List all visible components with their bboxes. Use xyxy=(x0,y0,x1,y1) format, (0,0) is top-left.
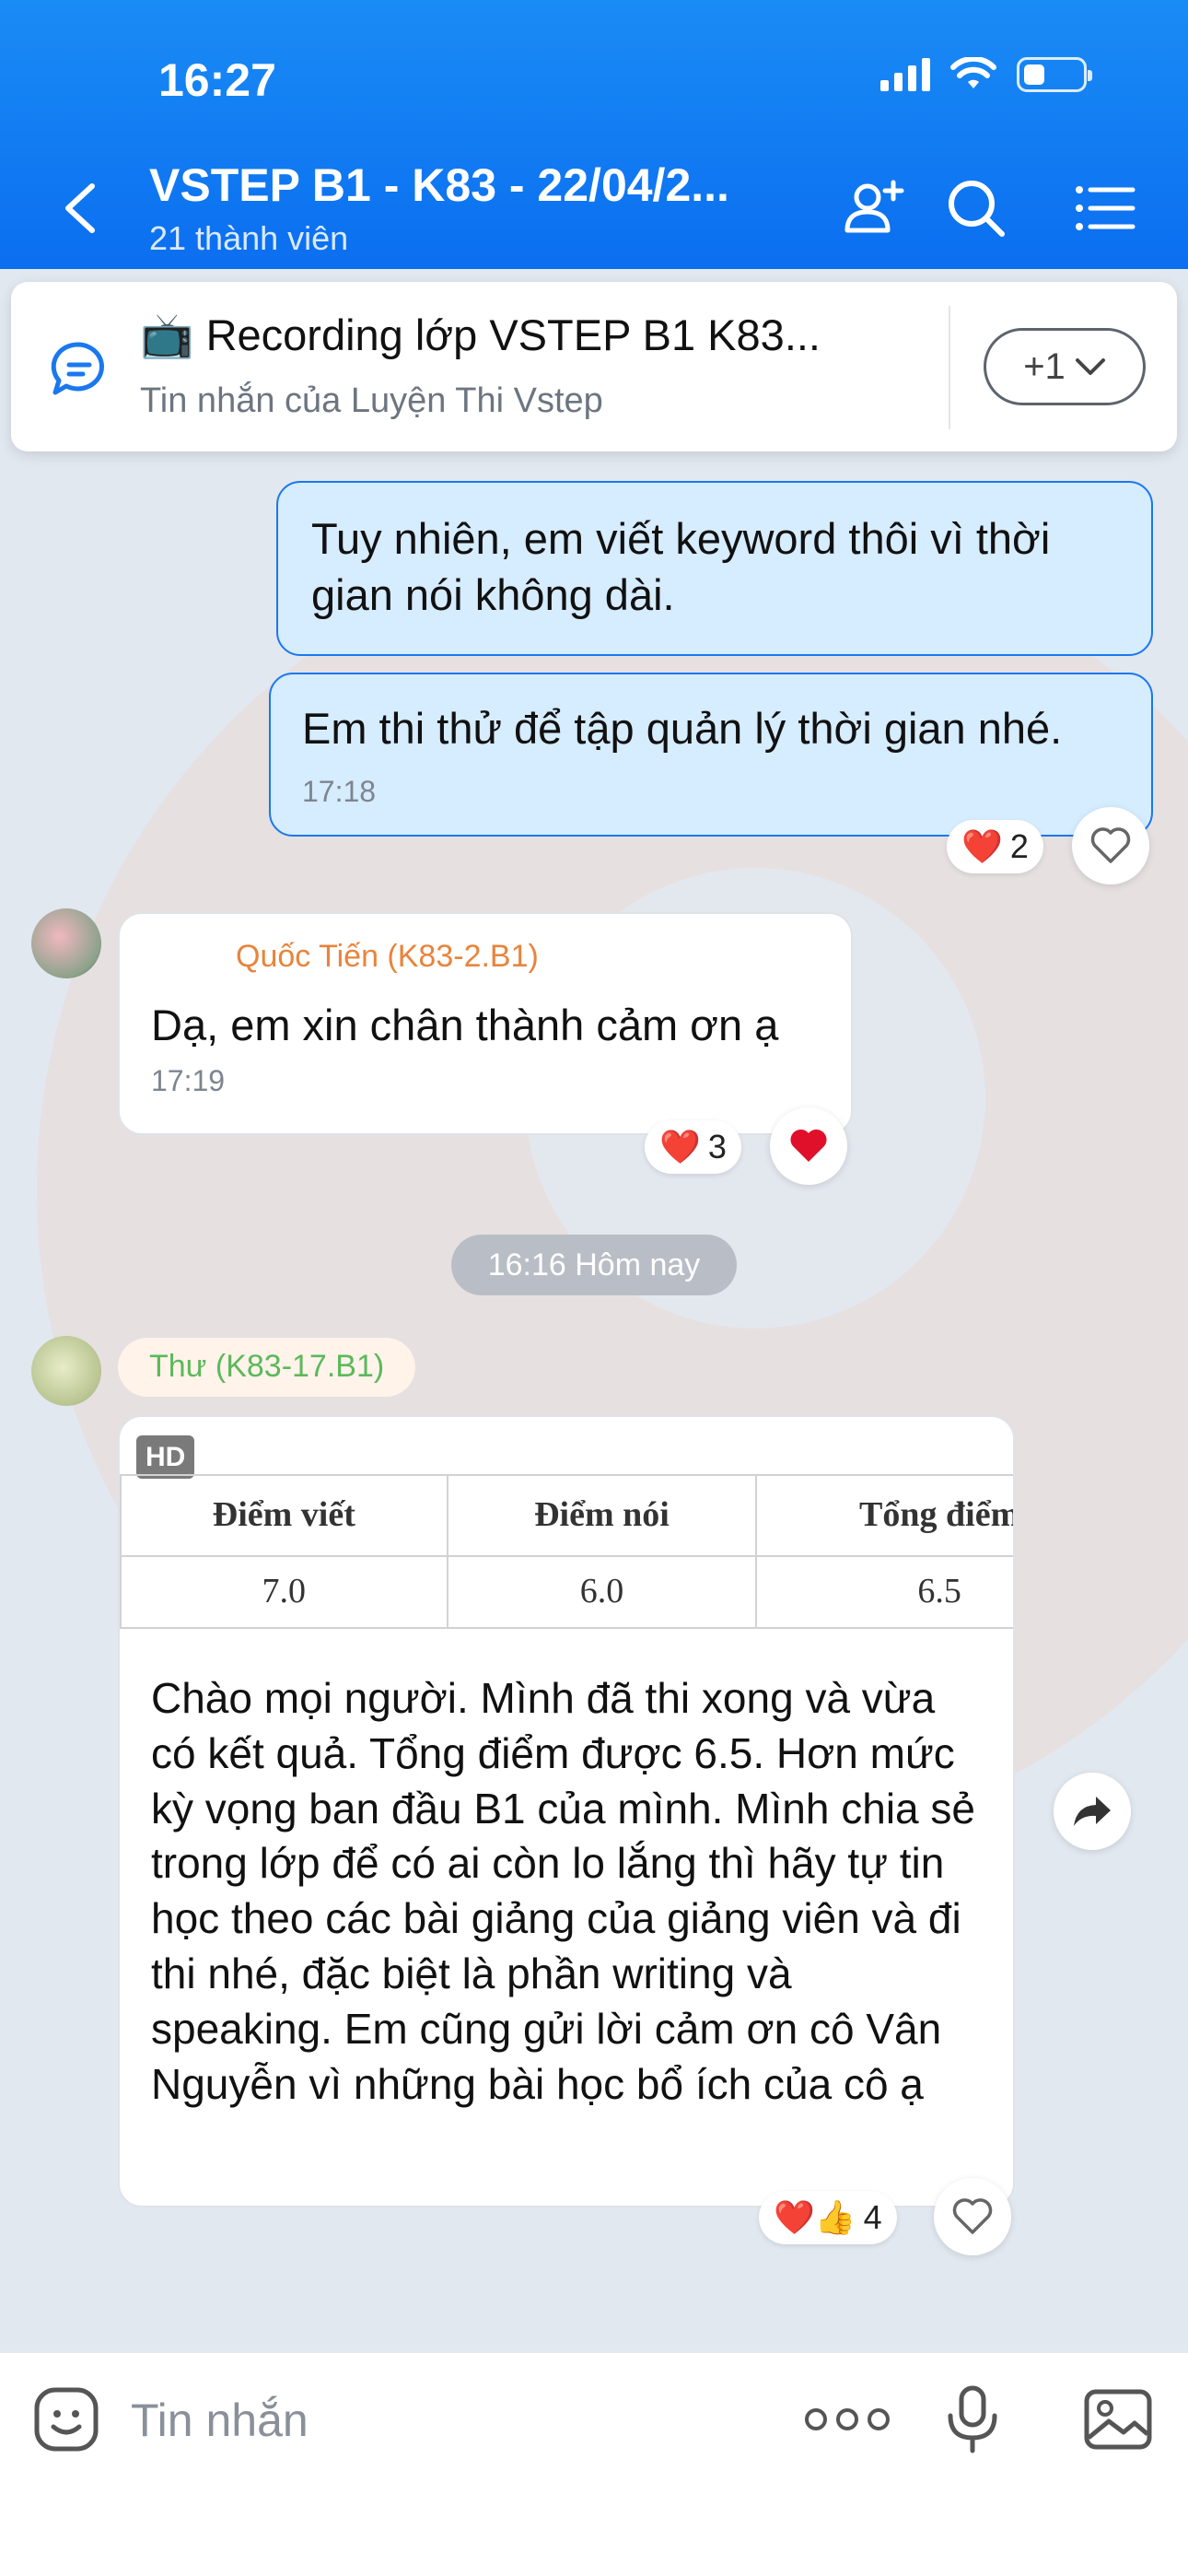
pinned-title: 📺 Recording lớp VSTEP B1 K83... xyxy=(140,310,821,359)
chat-title[interactable]: VSTEP B1 - K83 - 22/04/2... xyxy=(149,158,729,212)
message-text: Tuy nhiên, em viết keyword thôi vì thời … xyxy=(311,514,1051,620)
avatar[interactable] xyxy=(31,1336,101,1406)
status-icons xyxy=(880,57,1092,92)
menu-list-icon[interactable] xyxy=(1072,175,1138,241)
hd-badge: HD xyxy=(136,1435,195,1479)
table-header: Tổng điểm xyxy=(755,1474,1013,1557)
wifi-icon xyxy=(950,57,996,88)
reaction-emojis: ❤️ xyxy=(961,827,1003,865)
chat-header: 16:27 VSTEP B1 - K83 - 22/04/2... 21 thà… xyxy=(0,0,1188,269)
voice-to-text-icon[interactable] xyxy=(943,2384,1004,2456)
pinned-more-label: +1 xyxy=(1023,345,1066,387)
pinned-subtitle: Tin nhắn của Luyện Thi Vstep xyxy=(140,381,603,420)
chat-bubble-icon xyxy=(51,342,104,395)
sender-name[interactable]: Quốc Tiến (K83-2.B1) xyxy=(151,936,820,977)
table-header: Điểm viết xyxy=(120,1474,448,1557)
table-cell: 6.5 xyxy=(755,1555,1013,1629)
date-separator: 16:16 Hôm nay xyxy=(451,1235,737,1295)
table-cell: 7.0 xyxy=(120,1555,448,1629)
message-bubble-outgoing[interactable]: Tuy nhiên, em viết keyword thôi vì thời … xyxy=(276,481,1153,656)
sender-name[interactable]: Thư (K83-17.B1) xyxy=(118,1338,416,1397)
react-button[interactable] xyxy=(934,2178,1011,2255)
reaction-summary[interactable]: ❤️ 2 xyxy=(947,820,1043,873)
more-options-icon[interactable] xyxy=(801,2405,893,2434)
pinned-message[interactable]: 📺 Recording lớp VSTEP B1 K83... Tin nhắn… xyxy=(11,282,1177,451)
pinned-more-button[interactable]: +1 xyxy=(984,328,1146,405)
reaction-count: 3 xyxy=(707,1128,727,1165)
image-attachment[interactable]: HD Điểm viết Điểm nói Tổng điểm 7.0 6.0 … xyxy=(120,1417,1013,1631)
table-header: Điểm nói xyxy=(446,1474,758,1557)
message-text: Dạ, em xin chân thành cảm ơn ạ xyxy=(151,1001,779,1050)
sticker-icon[interactable] xyxy=(33,2386,99,2453)
share-button[interactable] xyxy=(1054,1773,1131,1850)
message-input[interactable]: Tin nhắn xyxy=(131,2394,309,2447)
reaction-emojis: ❤️ xyxy=(659,1128,701,1165)
reaction-count: 4 xyxy=(863,2198,882,2236)
react-button[interactable] xyxy=(1072,807,1149,884)
reaction-summary[interactable]: ❤️ 3 xyxy=(645,1120,741,1174)
status-time: 16:27 xyxy=(158,54,276,106)
table-cell: 6.0 xyxy=(446,1555,758,1629)
heart-outline-icon xyxy=(952,2198,993,2234)
add-member-icon[interactable] xyxy=(840,175,906,241)
divider xyxy=(949,306,950,429)
score-table: Điểm viết Điểm nói Tổng điểm 7.0 6.0 6.5 xyxy=(120,1474,1013,1629)
reaction-emojis: ❤️👍 xyxy=(774,2198,856,2236)
back-button[interactable] xyxy=(57,181,101,236)
message-time: 17:19 xyxy=(151,1064,226,1098)
reaction-count: 2 xyxy=(1009,827,1029,865)
share-forward-icon xyxy=(1074,1797,1111,1826)
message-bubble-incoming[interactable]: HD Điểm viết Điểm nói Tổng điểm 7.0 6.0 … xyxy=(118,1415,1015,2207)
member-count[interactable]: 21 thành viên xyxy=(149,219,348,258)
react-button[interactable] xyxy=(770,1107,847,1185)
battery-icon xyxy=(1017,57,1092,92)
message-text: Em thi thử để tập quản lý thời gian nhé. xyxy=(302,704,1063,753)
image-gallery-icon[interactable] xyxy=(1083,2388,1153,2451)
message-input-bar: Tin nhắn xyxy=(0,2351,1188,2576)
search-icon[interactable] xyxy=(943,175,1009,241)
chevron-down-icon xyxy=(1075,358,1105,375)
message-time: 17:18 xyxy=(302,775,377,809)
heart-outline-icon xyxy=(1090,827,1131,863)
heart-filled-icon xyxy=(790,1129,827,1162)
message-bubble-incoming[interactable]: Quốc Tiến (K83-2.B1) Dạ, em xin chân thà… xyxy=(118,912,853,1135)
message-text: Chào mọi người. Mình đã thi xong và vừa … xyxy=(151,1674,975,2108)
cellular-signal-icon xyxy=(880,58,930,91)
reaction-summary[interactable]: ❤️👍 4 xyxy=(759,2191,897,2244)
message-bubble-outgoing[interactable]: Em thi thử để tập quản lý thời gian nhé.… xyxy=(269,673,1153,837)
avatar[interactable] xyxy=(31,908,101,978)
